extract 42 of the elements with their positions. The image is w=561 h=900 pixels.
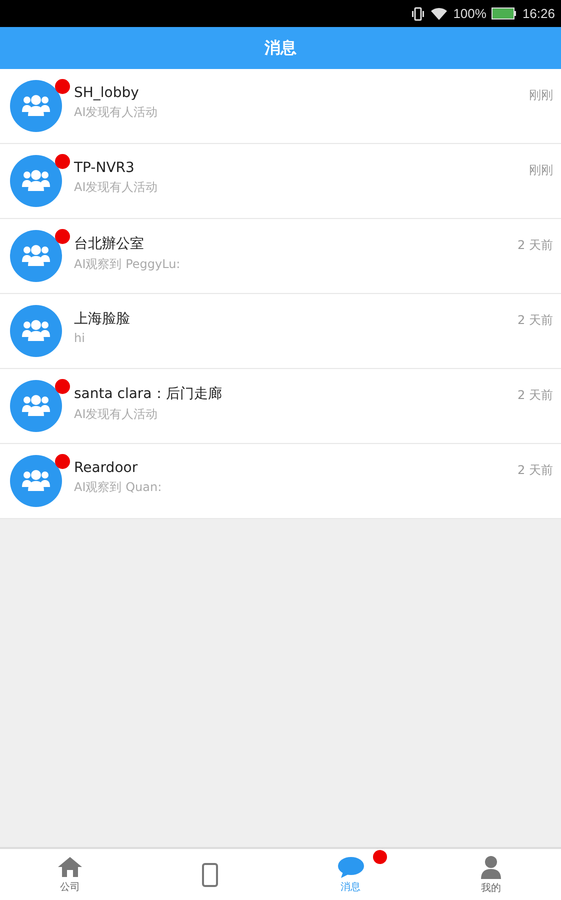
message-row[interactable]: 上海脸脸 hi 2 天前 <box>0 294 561 369</box>
message-row[interactable]: santa clara：后门走廊 AI发现有人活动 2 天前 <box>0 369 561 444</box>
group-avatar-icon <box>10 80 62 132</box>
message-time: 2 天前 <box>518 237 553 254</box>
message-time: 2 天前 <box>518 462 553 479</box>
message-preview: AI发现有人活动 <box>74 179 159 196</box>
group-avatar-icon <box>10 455 62 507</box>
message-row[interactable]: SH_lobby AI发现有人活动 刚刚 <box>0 69 561 144</box>
message-row[interactable]: TP-NVR3 AI发现有人活动 刚刚 <box>0 144 561 219</box>
group-avatar-icon <box>10 380 62 432</box>
group-avatar-icon <box>10 305 62 357</box>
group-avatar-icon <box>10 155 62 207</box>
message-time: 刚刚 <box>529 87 553 104</box>
tab-item[interactable]: 公司 <box>0 849 140 900</box>
conversation-name: TP-NVR3 <box>74 160 136 176</box>
battery-percent: 100% <box>453 6 486 21</box>
message-preview: AI观察到 PeggyLu: <box>74 256 182 273</box>
conversation-name: 上海脸脸 <box>74 310 131 328</box>
person-icon <box>480 854 502 878</box>
battery-icon <box>491 7 518 20</box>
tab-item[interactable]: 我的 <box>420 849 561 900</box>
chat-bubble-icon <box>336 856 365 878</box>
house-icon <box>57 856 84 878</box>
phone-icon <box>201 862 220 886</box>
message-time: 2 天前 <box>518 387 553 404</box>
page-title: 消息 <box>264 38 296 58</box>
message-preview: hi <box>74 331 86 345</box>
message-preview: AI发现有人活动 <box>74 104 159 121</box>
message-time: 刚刚 <box>529 162 553 179</box>
message-time: 2 天前 <box>518 312 553 329</box>
message-row[interactable]: Reardoor AI观察到 Quan: 2 天前 <box>0 444 561 519</box>
message-preview: AI发现有人活动 <box>74 406 159 423</box>
clock-time: 16:26 <box>522 6 555 21</box>
conversation-name: Reardoor <box>74 460 139 476</box>
conversation-name: SH_lobby <box>74 85 140 101</box>
message-row[interactable]: 台北辦公室 AI观察到 PeggyLu: 2 天前 <box>0 219 561 294</box>
vibrate-icon <box>411 6 426 20</box>
message-preview: AI观察到 Quan: <box>74 479 163 496</box>
wifi-icon <box>430 6 448 20</box>
conversation-name: 台北辦公室 <box>74 235 145 253</box>
conversation-name: santa clara：后门走廊 <box>74 385 223 403</box>
group-avatar-icon <box>10 230 62 282</box>
